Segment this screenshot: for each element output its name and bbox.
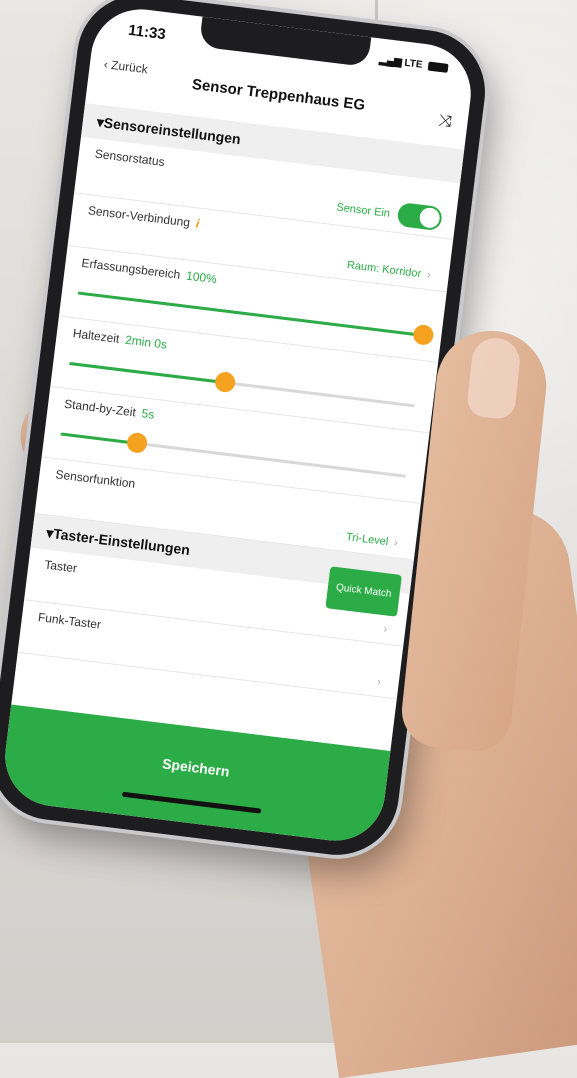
slider-value: 100%: [185, 268, 218, 287]
row-label: Funk-Taster: [37, 610, 102, 632]
row-value: Tri-Level ›: [345, 531, 398, 549]
row-label: Haltezeit 2min 0s: [72, 326, 168, 351]
haltezeit-label: Haltezeit: [72, 326, 121, 346]
funktion-value: Tri-Level: [345, 531, 389, 549]
slider-fill: [69, 361, 225, 385]
thumbnail: [465, 335, 523, 421]
standby-label: Stand-by-Zeit: [63, 396, 137, 420]
chevron-right-icon: ›: [382, 623, 388, 636]
row-label: Sensorfunktion: [54, 467, 136, 491]
row-label: Stand-by-Zeit 5s: [63, 397, 155, 422]
slider-thumb[interactable]: [213, 370, 236, 394]
toggle-knob: [418, 206, 441, 229]
network-label: LTE: [403, 57, 424, 71]
status-icons: ▂▄▆ LTE: [379, 55, 449, 74]
row-label: Sensorstatus: [94, 146, 166, 170]
battery-icon: [427, 61, 449, 73]
quick-match-button[interactable]: Quick Match: [325, 566, 402, 617]
chevron-right-icon: ›: [393, 536, 399, 550]
shuffle-icon[interactable]: ⤨: [438, 112, 453, 131]
row-label: Sensor-Verbindung i: [87, 203, 200, 231]
toggle-label: Sensor Ein: [335, 201, 391, 220]
info-icon[interactable]: i: [195, 216, 200, 230]
row-label: Taster: [43, 557, 78, 576]
slider-value: 5s: [140, 406, 156, 422]
verbindung-label: Sensor-Verbindung: [87, 203, 191, 230]
sensor-toggle[interactable]: [396, 202, 444, 232]
chevron-right-icon: ›: [376, 675, 382, 689]
slider-thumb[interactable]: [125, 431, 148, 454]
room-value: Raum: Korridor: [346, 259, 422, 281]
slider-value: 2min 0s: [124, 332, 168, 352]
slider-thumb[interactable]: [412, 323, 435, 347]
signal-icon: ▂▄▆: [378, 54, 403, 69]
chevron-right-icon: ›: [426, 268, 432, 282]
erfassung-label: Erfassungsbereich: [80, 255, 182, 282]
status-time: 11:33: [127, 21, 167, 44]
slider-fill: [60, 432, 137, 445]
row-value: Raum: Korridor ›: [346, 259, 431, 281]
